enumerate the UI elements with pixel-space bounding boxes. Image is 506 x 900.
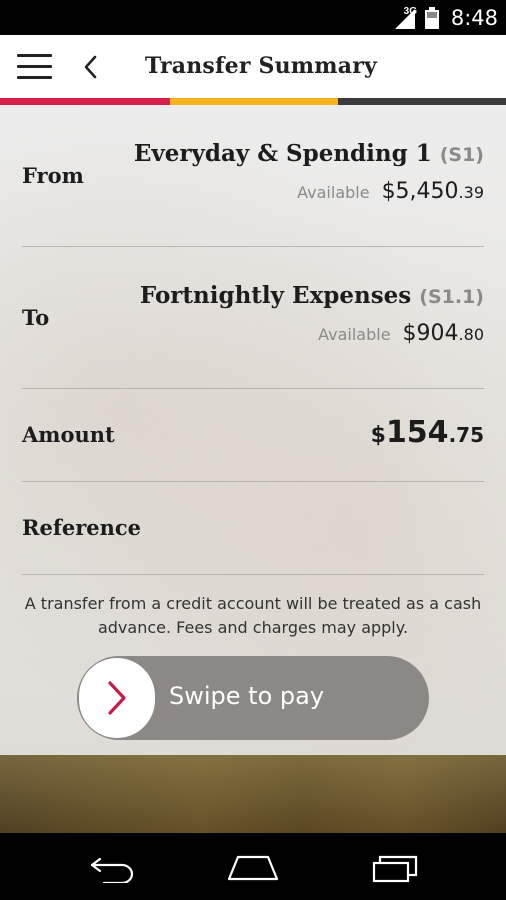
to-account-code: (S1.1)	[419, 286, 484, 308]
chevron-right-icon	[108, 681, 126, 715]
signal-icon	[394, 8, 415, 29]
from-account-code: (S1)	[439, 144, 484, 166]
to-label: To	[22, 305, 50, 330]
hamburger-icon[interactable]	[17, 54, 52, 80]
progress-step-2	[170, 98, 338, 105]
swipe-label: Swipe to pay	[169, 682, 325, 710]
recents-icon[interactable]	[370, 851, 420, 883]
status-bar: 3G 8:48	[0, 0, 506, 35]
from-available: Available $5,450.39	[297, 179, 484, 204]
progress-step-1	[0, 98, 170, 105]
from-label: From	[22, 163, 84, 188]
transfer-summary-panel: From Everyday & Spending 1 (S1) Availabl…	[0, 105, 506, 755]
to-available-cents: .80	[458, 325, 484, 344]
amount-cents: .75	[448, 423, 484, 447]
to-available-dollars: $904	[402, 321, 459, 346]
home-icon[interactable]	[226, 851, 280, 883]
back-arrow-icon[interactable]	[86, 851, 138, 883]
system-nav-bar	[0, 833, 506, 900]
to-available: Available $904.80	[318, 321, 484, 346]
battery-icon	[424, 6, 439, 29]
progress-step-3	[338, 98, 506, 105]
to-row: To Fortnightly Expenses (S1.1) Available…	[0, 247, 506, 389]
from-account-title: Everyday & Spending 1	[133, 140, 432, 167]
amount-row[interactable]: Amount $154.75	[0, 389, 506, 481]
step-progress-bar	[0, 98, 506, 105]
from-available-label: Available	[297, 183, 370, 202]
clock: 8:48	[450, 5, 498, 30]
from-row: From Everyday & Spending 1 (S1) Availabl…	[0, 105, 506, 247]
background-photo	[0, 755, 506, 833]
reference-label: Reference	[22, 515, 142, 540]
divider	[22, 574, 484, 575]
reference-row[interactable]: Reference	[0, 482, 506, 574]
swipe-handle[interactable]	[79, 658, 155, 738]
to-account-name: Fortnightly Expenses (S1.1)	[140, 282, 484, 309]
from-available-balance: $5,450.39	[382, 179, 484, 204]
swipe-to-pay-slider[interactable]: Swipe to pay	[77, 656, 429, 740]
amount-dollars: 154	[385, 415, 449, 450]
from-available-cents: .39	[458, 183, 484, 202]
from-account-name: Everyday & Spending 1 (S1)	[134, 140, 484, 167]
chevron-left-icon[interactable]	[80, 52, 102, 82]
cash-advance-disclaimer: A transfer from a credit account will be…	[24, 594, 482, 637]
page-title: Transfer Summary	[145, 53, 377, 79]
app-bar: Transfer Summary	[0, 35, 506, 98]
to-account-title: Fortnightly Expenses	[139, 282, 412, 309]
to-available-label: Available	[318, 325, 391, 344]
amount-label: Amount	[22, 422, 115, 447]
from-available-dollars: $5,450	[381, 179, 459, 204]
to-available-balance: $904.80	[403, 321, 484, 346]
amount-value: $154.75	[371, 415, 484, 450]
amount-currency: $	[370, 423, 386, 448]
